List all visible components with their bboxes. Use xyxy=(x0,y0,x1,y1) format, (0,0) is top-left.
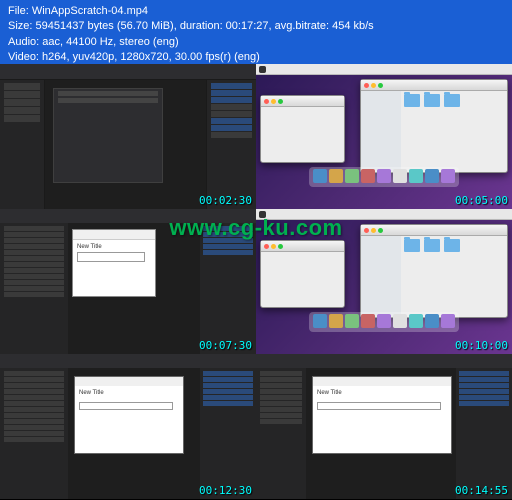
modal-input xyxy=(77,252,145,262)
mac-desktop xyxy=(256,75,512,188)
timestamp-4: 00:10:00 xyxy=(455,339,508,352)
timestamp-3: 00:07:30 xyxy=(199,339,252,352)
mac-dialog-window xyxy=(260,240,345,308)
thumbnail-2: 00:05:00 xyxy=(256,64,512,209)
form-input xyxy=(79,402,173,410)
vs-toolbox xyxy=(256,368,306,499)
finder-sidebar xyxy=(361,236,401,317)
folder-icon xyxy=(404,239,420,252)
dock-item xyxy=(409,314,423,328)
thumbnail-5: New Title 00:12:30 xyxy=(0,354,256,499)
dock-item xyxy=(329,314,343,328)
dock-item xyxy=(361,314,375,328)
audio-info: Audio: aac, 44100 Hz, stereo (eng) xyxy=(8,35,504,50)
vs-designer: New Title xyxy=(68,223,200,354)
dock-item xyxy=(425,169,439,183)
ide-editor-area xyxy=(45,80,206,209)
form-designer: New Title xyxy=(312,376,452,454)
finder-content xyxy=(401,91,507,110)
modal-dialog: New Title xyxy=(72,229,156,297)
timestamp-5: 00:12:30 xyxy=(199,484,252,497)
finder-content xyxy=(401,236,507,255)
modal-label: New Title xyxy=(77,244,151,250)
dock-item xyxy=(441,314,455,328)
file-info: File: WinAppScratch-04.mp4 xyxy=(8,4,504,19)
apple-logo-icon xyxy=(259,66,266,73)
vs-properties xyxy=(456,368,512,499)
vs-menubar xyxy=(256,354,512,368)
video-thumbnail-grid: 00:02:30 xyxy=(0,64,512,499)
mac-dock xyxy=(309,167,459,187)
mac-dock xyxy=(309,312,459,332)
vs-designer: New Title xyxy=(306,368,456,499)
finder-sidebar xyxy=(361,91,401,172)
form-label: New Title xyxy=(313,386,451,400)
ide-menubar xyxy=(0,64,256,80)
mac-finder-window xyxy=(360,79,508,173)
dock-item xyxy=(377,169,391,183)
vs-properties xyxy=(200,368,256,499)
timestamp-1: 00:02:30 xyxy=(199,194,252,207)
folder-icon xyxy=(424,94,440,107)
watermark-text: www.cg-ku.com xyxy=(169,215,342,241)
form-designer: New Title xyxy=(74,376,184,454)
folder-icon xyxy=(424,239,440,252)
dock-item xyxy=(345,314,359,328)
dock-item xyxy=(441,169,455,183)
timestamp-6: 00:14:55 xyxy=(455,484,508,497)
dock-item xyxy=(393,314,407,328)
dock-item xyxy=(393,169,407,183)
ide-solution-explorer xyxy=(0,80,45,209)
folder-icon xyxy=(444,239,460,252)
folder-icon xyxy=(444,94,460,107)
vs-designer: New Title xyxy=(68,368,200,499)
size-info: Size: 59451437 bytes (56.70 MiB), durati… xyxy=(8,19,504,34)
mac-finder-window xyxy=(360,224,508,318)
dock-item xyxy=(313,169,327,183)
form-label: New Title xyxy=(75,386,183,400)
vs-toolbox xyxy=(0,223,68,354)
thumbnail-6: New Title 00:14:55 xyxy=(256,354,512,499)
dock-item xyxy=(329,169,343,183)
thumbnail-1: 00:02:30 xyxy=(0,64,256,209)
dock-item xyxy=(345,169,359,183)
ide-properties-panel xyxy=(206,80,256,209)
vs-toolbox xyxy=(0,368,68,499)
form-input xyxy=(317,402,441,410)
dock-item xyxy=(313,314,327,328)
vs-properties xyxy=(200,223,256,354)
mac-menubar xyxy=(256,64,512,75)
dock-item xyxy=(409,169,423,183)
modal-titlebar xyxy=(73,230,155,240)
folder-icon xyxy=(404,94,420,107)
dock-item xyxy=(425,314,439,328)
mac-dialog-window xyxy=(260,95,345,163)
dock-item xyxy=(377,314,391,328)
media-info-header: File: WinAppScratch-04.mp4 Size: 5945143… xyxy=(0,0,512,64)
vs-menubar xyxy=(0,354,256,368)
timestamp-2: 00:05:00 xyxy=(455,194,508,207)
dock-item xyxy=(361,169,375,183)
